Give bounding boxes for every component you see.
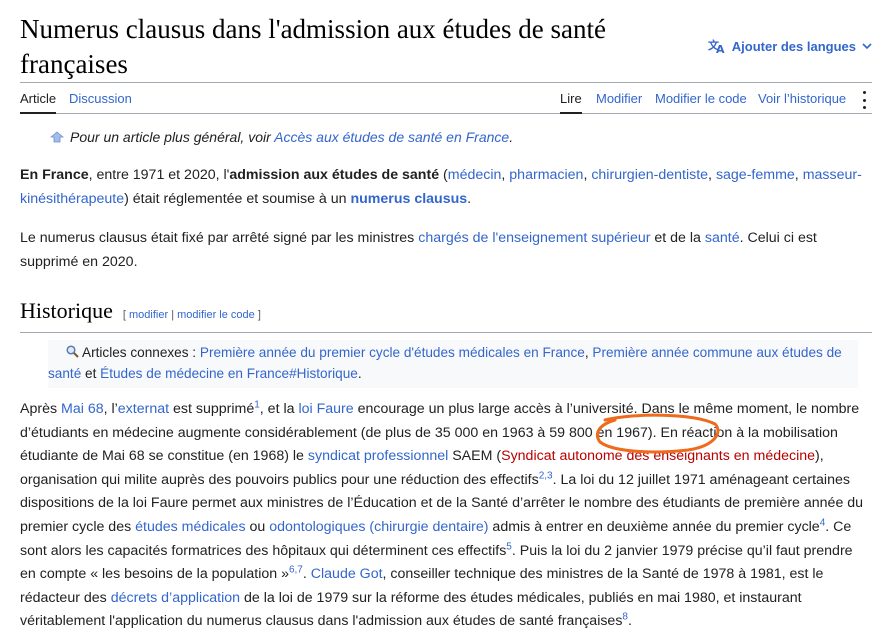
bold-text: admission aux études de santé: [229, 167, 440, 183]
link-loi-faure[interactable]: loi Faure: [298, 401, 353, 417]
tab-edit-source[interactable]: Modifier le code: [655, 91, 747, 112]
section-edit-link[interactable]: modifier: [129, 309, 168, 321]
text: SAEM (: [448, 448, 502, 465]
link-etudes-medecine-historique[interactable]: Études de médecine en France#Historique: [100, 366, 358, 381]
tab-history[interactable]: Voir l’historique: [758, 91, 846, 112]
text: Le numerus clausus était fixé par arrêté…: [20, 230, 419, 246]
tab-discussion[interactable]: Discussion: [69, 91, 132, 112]
intro-paragraph: En France, entre 1971 et 2020, l'admissi…: [20, 167, 862, 207]
chevron-down-icon: [862, 43, 872, 50]
link-medecin[interactable]: médecin: [448, 167, 502, 183]
bold-text: En France: [20, 167, 89, 183]
footnote-2-3[interactable]: 2,3: [539, 470, 553, 481]
text: (: [439, 167, 448, 183]
text: et de la: [650, 230, 705, 246]
text: Après: [20, 401, 62, 417]
link-etudes-medicales[interactable]: études médicales: [135, 519, 245, 535]
more-menu-button[interactable]: [856, 89, 872, 111]
link-chirurgien-dentiste[interactable]: chirurgien-dentiste: [591, 167, 708, 183]
link-enseignement-superieur[interactable]: chargés de l'enseignement supérieur: [418, 230, 650, 246]
link-sage-femme[interactable]: sage-femme: [716, 167, 795, 183]
link-pharmacien[interactable]: pharmacien: [509, 167, 583, 183]
page-tabs: Article Discussion Lire Modifier Modifie…: [20, 82, 872, 114]
text: , entre 1971 et 2020, l': [88, 167, 230, 183]
link-externat[interactable]: externat: [118, 401, 169, 417]
text: .: [302, 566, 311, 583]
section-edit-links: [ modifier | modifier le code ]: [122, 309, 261, 321]
add-languages-button[interactable]: 文 A Ajouter des langues: [708, 38, 872, 54]
text: ) était réglementée et soumise à un: [124, 190, 351, 207]
svg-text:A: A: [716, 43, 725, 54]
text: , et la: [259, 401, 299, 417]
link-mai-68[interactable]: Mai 68: [61, 401, 104, 417]
footnote-6-7[interactable]: 6,7: [289, 564, 303, 575]
section-heading-text: Historique: [20, 298, 113, 323]
add-languages-label: Ajouter des langues: [731, 38, 856, 54]
hatnote-link[interactable]: Accès aux études de santé en France: [274, 129, 509, 145]
tab-article[interactable]: Article: [20, 91, 57, 114]
page-title: Numerus clausus dans l'admission aux étu…: [20, 14, 606, 79]
magnifier-icon: [66, 345, 79, 358]
hatnote-text: Pour un article plus général, voir: [70, 129, 275, 145]
related-articles-box: Articles connexes : Première année du pr…: [48, 340, 858, 388]
link-syndicat-professionnel[interactable]: syndicat professionnel: [308, 448, 448, 464]
upward-arrow-icon: [50, 131, 64, 143]
tab-read[interactable]: Lire: [560, 91, 582, 114]
link-numerus-clausus[interactable]: numerus clausus: [350, 191, 467, 207]
text: et: [81, 366, 101, 381]
text: admis à entrer en deuxième année du prem…: [488, 518, 820, 535]
hatnote-end: .: [509, 129, 514, 145]
hatnote: Pour un article plus général, voir Accès…: [50, 129, 513, 145]
text: est supprimé: [169, 401, 255, 417]
link-premiere-annee-premier-cycle[interactable]: Première année du premier cycle d'études…: [200, 345, 585, 360]
related-label: Articles connexes :: [82, 345, 200, 360]
text: , l’: [103, 401, 118, 417]
translate-icon: 文 A: [708, 38, 725, 54]
section-heading-historique: Historique [ modifier | modifier le code …: [20, 298, 872, 333]
paragraph-historique: Après Mai 68, l’externat est supprimé1, …: [20, 398, 872, 634]
text: .: [627, 613, 632, 630]
paragraph-ministers: Le numerus clausus était fixé par arrêté…: [20, 227, 872, 274]
link-sante[interactable]: santé: [705, 230, 740, 246]
tab-edit[interactable]: Modifier: [596, 91, 642, 112]
section-edit-source-link[interactable]: modifier le code: [177, 309, 255, 321]
link-claude-got[interactable]: Claude Got: [311, 566, 383, 582]
link-odontologiques[interactable]: odontologiques (chirurgie dentaire): [269, 519, 488, 535]
link-decrets-application[interactable]: décrets d’application: [111, 590, 240, 606]
text: ou: [245, 518, 270, 535]
redlink-saem[interactable]: Syndicat autonome des enseignants en méd…: [501, 448, 815, 464]
text: .: [467, 190, 472, 207]
